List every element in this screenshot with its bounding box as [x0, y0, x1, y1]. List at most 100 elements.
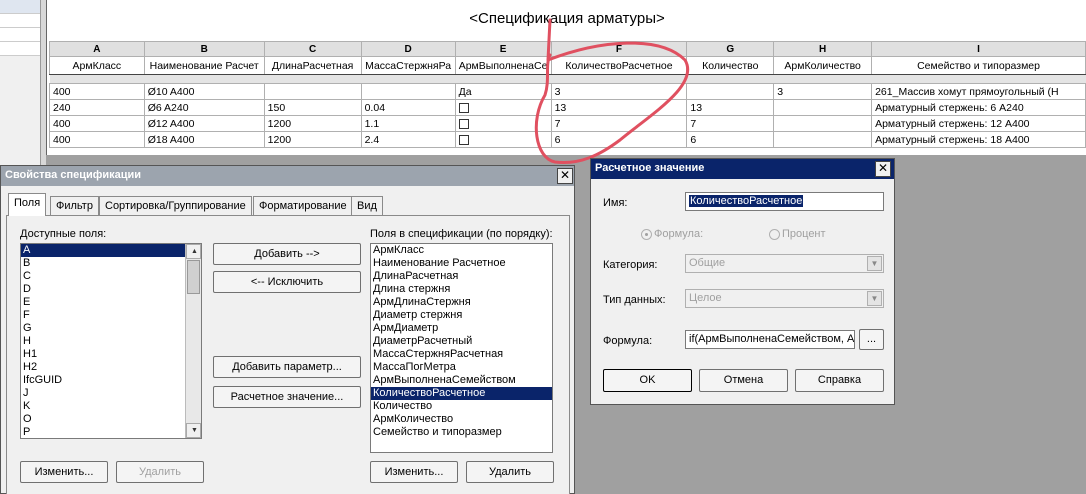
formula-browse-button[interactable]: ... [859, 329, 884, 350]
table-row[interactable]: 400 Ø18 A400 1200 2.4 6 6 Арматурный сте… [49, 131, 1086, 148]
column-letter[interactable]: I [871, 41, 1086, 57]
cell[interactable]: 3 [773, 83, 873, 100]
column-header[interactable]: Наименование Расчет [143, 56, 265, 75]
column-letter[interactable]: F [550, 41, 688, 57]
column-header[interactable]: АрмКласс [49, 56, 145, 75]
cell[interactable] [773, 115, 873, 132]
schedule-table: A B C D E F G H I АрмКласс Наименование … [49, 41, 1086, 148]
add-field-button[interactable]: Добавить --> [213, 243, 361, 265]
cell[interactable]: 400 [49, 83, 145, 100]
cell[interactable]: 13 [550, 99, 688, 116]
edit-available-button[interactable]: Изменить... [20, 461, 108, 483]
checkbox-cell[interactable] [454, 99, 552, 116]
cell[interactable]: 6 [550, 131, 688, 148]
cell[interactable]: 7 [686, 115, 775, 132]
radio-selected-icon [641, 228, 652, 240]
cell[interactable]: 400 [49, 131, 145, 148]
column-letter[interactable]: A [49, 41, 145, 57]
cell[interactable] [686, 83, 775, 100]
cell[interactable]: Ø18 A400 [143, 131, 265, 148]
category-label: Категория: [603, 259, 658, 271]
cell[interactable]: Арматурный стержень: 18 A400 [871, 131, 1086, 148]
data-type-label: Тип данных: [603, 294, 666, 306]
column-letter[interactable]: C [263, 41, 362, 57]
browser-item[interactable] [0, 14, 40, 28]
dialog-title: Свойства спецификации [5, 169, 142, 181]
cell[interactable] [263, 83, 362, 100]
cell[interactable]: Арматурный стержень: 12 A400 [871, 115, 1086, 132]
checkbox-cell[interactable] [454, 115, 552, 132]
cell[interactable]: 1200 [263, 131, 362, 148]
column-letter[interactable]: E [454, 41, 552, 57]
dialog-titlebar[interactable]: Расчетное значение [591, 159, 894, 179]
column-header[interactable]: АрмВыполненаСе [454, 56, 552, 75]
table-row[interactable]: 400 Ø12 A400 1200 1.1 7 7 Арматурный сте… [49, 115, 1086, 132]
checkbox[interactable] [458, 134, 469, 145]
close-icon[interactable]: ✕ [875, 161, 891, 177]
cell[interactable]: 0.04 [360, 99, 456, 116]
column-header[interactable]: КоличествоРасчетное [550, 56, 688, 75]
checkbox[interactable] [458, 102, 469, 113]
radio-icon [769, 228, 780, 240]
edit-field-button[interactable]: Изменить... [370, 461, 458, 483]
cell[interactable]: Ø12 A400 [143, 115, 265, 132]
browser-item[interactable] [0, 28, 40, 42]
checkbox-cell[interactable] [454, 131, 552, 148]
calculated-value-button[interactable]: Расчетное значение... [213, 386, 361, 408]
cell[interactable]: 6 [686, 131, 775, 148]
cell[interactable]: Да [454, 83, 552, 100]
cell[interactable]: 1.1 [360, 115, 456, 132]
chevron-down-icon: ▼ [867, 256, 882, 271]
cell[interactable]: 1200 [263, 115, 362, 132]
cell[interactable]: 240 [49, 99, 145, 116]
cancel-button[interactable]: Отмена [699, 369, 788, 392]
column-header[interactable]: ДлинаРасчетная [263, 56, 362, 75]
category-select: Общие ▼ [685, 254, 884, 273]
delete-field-button[interactable]: Удалить [466, 461, 554, 483]
cell[interactable]: 150 [263, 99, 362, 116]
schedule-title: <Спецификация арматуры> [469, 10, 665, 27]
cell[interactable] [773, 99, 873, 116]
column-letter[interactable]: B [143, 41, 265, 57]
column-letter[interactable]: D [360, 41, 456, 57]
radio-label: Формула: [654, 228, 704, 240]
cell[interactable]: Арматурный стержень: 6 A240 [871, 99, 1086, 116]
formula-radio[interactable]: Формула: [641, 228, 703, 240]
cell[interactable]: 400 [49, 115, 145, 132]
column-header[interactable]: Семейство и типоразмер [871, 56, 1086, 75]
column-letter[interactable]: H [773, 41, 873, 57]
column-letter-row: A B C D E F G H I [49, 41, 1086, 57]
data-type-select: Целое ▼ [685, 289, 884, 308]
cell[interactable] [360, 83, 456, 100]
cell[interactable]: 3 [550, 83, 688, 100]
radio-label: Процент [782, 228, 826, 240]
close-icon[interactable]: ✕ [557, 168, 573, 184]
cell[interactable]: 2.4 [360, 131, 456, 148]
remove-field-button[interactable]: <-- Исключить [213, 271, 361, 293]
cell[interactable]: 261_Массив хомут прямоугольный (Н [871, 83, 1086, 100]
add-parameter-button[interactable]: Добавить параметр... [213, 356, 361, 378]
cell[interactable]: Ø6 A240 [143, 99, 265, 116]
table-row[interactable]: 240 Ø6 A240 150 0.04 13 13 Арматурный ст… [49, 99, 1086, 116]
checkbox[interactable] [458, 118, 469, 129]
name-label: Имя: [603, 197, 628, 209]
column-header[interactable]: МассаСтержняРа [360, 56, 456, 75]
table-row[interactable]: 400 Ø10 A400 Да 3 3 261_Массив хомут пря… [49, 83, 1086, 100]
name-input[interactable]: КоличествоРасчетное [685, 192, 884, 211]
percent-radio[interactable]: Процент [769, 228, 826, 240]
browser-item[interactable] [0, 0, 40, 14]
ok-button[interactable]: OK [603, 369, 692, 392]
column-header[interactable]: Количество [686, 56, 775, 75]
help-button[interactable]: Справка [795, 369, 884, 392]
dialog-titlebar[interactable]: Свойства спецификации [1, 166, 574, 186]
chevron-down-icon: ▼ [867, 291, 882, 306]
cell[interactable]: Ø10 A400 [143, 83, 265, 100]
formula-input[interactable]: if(АрмВыполненаСемейством, Ар [685, 330, 855, 349]
browser-item[interactable] [0, 42, 40, 56]
cell[interactable] [773, 131, 873, 148]
column-letter[interactable]: G [686, 41, 775, 57]
data-type-value: Целое [689, 292, 722, 304]
column-header[interactable]: АрмКоличество [773, 56, 873, 75]
cell[interactable]: 13 [686, 99, 775, 116]
cell[interactable]: 7 [550, 115, 688, 132]
